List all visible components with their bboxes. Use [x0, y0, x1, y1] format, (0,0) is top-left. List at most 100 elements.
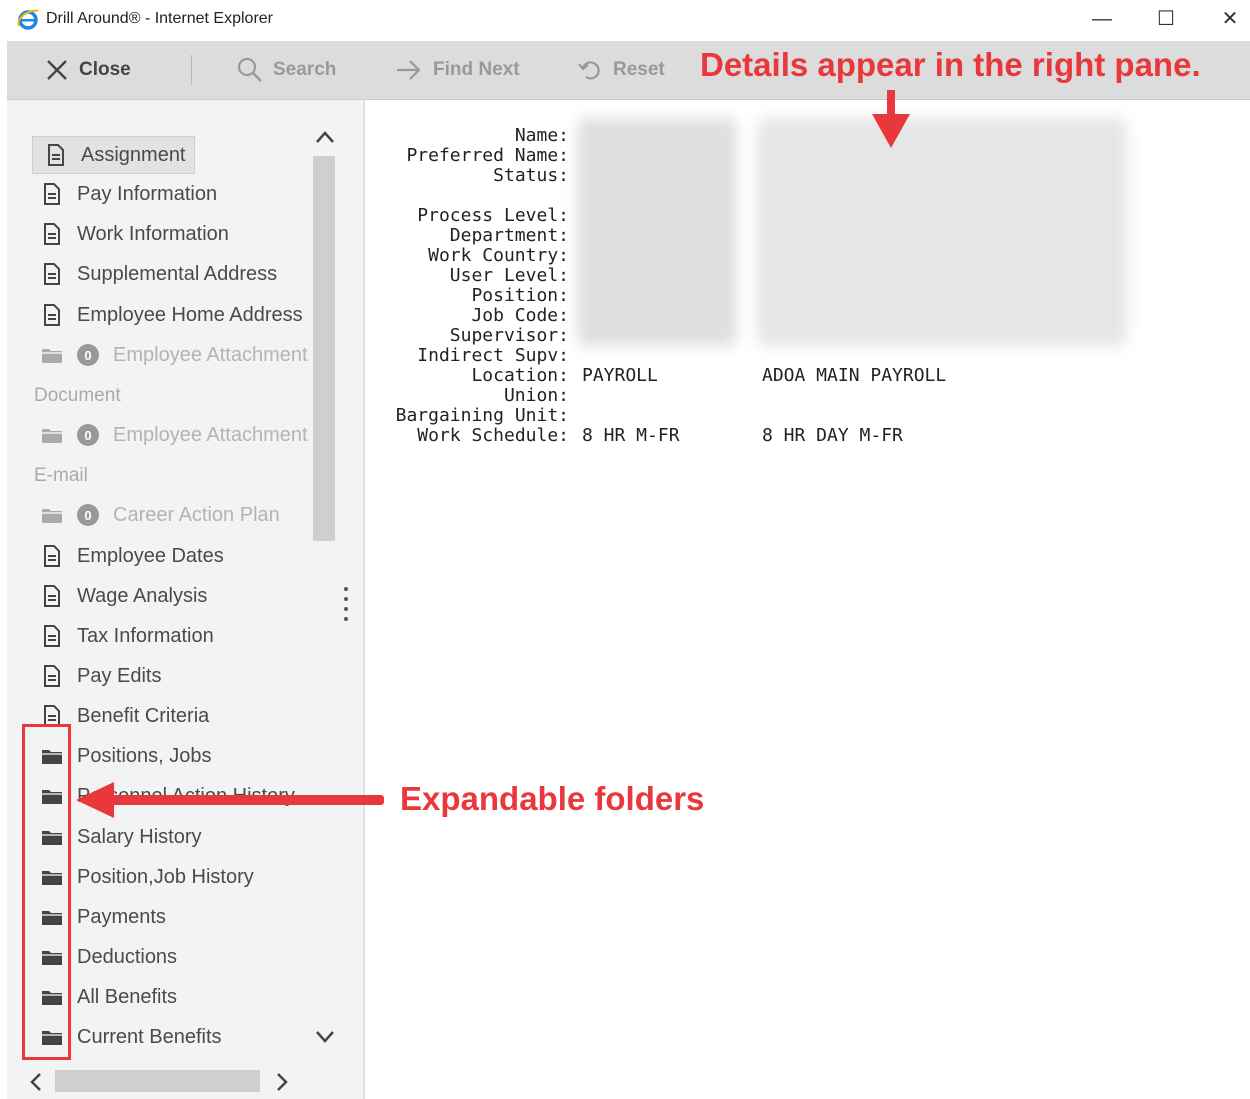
detail-field-label: Union:: [503, 385, 569, 406]
nav-item-work-information[interactable]: Work Information: [35, 217, 229, 251]
detail-field-label: Indirect Supv:: [417, 345, 569, 366]
location-code: PAYROLL: [582, 365, 658, 386]
document-icon: [35, 223, 77, 245]
callout-arrow-down-icon: [872, 90, 910, 148]
close-icon: [47, 60, 67, 80]
nav-item-career-action-plan[interactable]: 0 Career Action Plan: [35, 498, 280, 532]
nav-item-label: Pay Edits: [77, 664, 162, 687]
nav-item-label: Supplemental Address: [77, 262, 278, 285]
nav-item-employee-attachment[interactable]: 0 Employee Attachment: [35, 418, 308, 452]
detail-field-label: Process Level:: [417, 205, 569, 226]
document-icon: [35, 545, 77, 567]
detail-field-label: Bargaining Unit:: [395, 405, 569, 426]
detail-field-label: Work Country:: [428, 245, 569, 266]
nav-item-label: Benefit Criteria: [77, 704, 210, 727]
detail-field-label: Preferred Name:: [406, 145, 569, 166]
scroll-up-chevron-icon[interactable]: [314, 128, 336, 146]
maximize-button[interactable]: ☐: [1144, 4, 1188, 34]
nav-item-label: Employee Home Address: [77, 303, 303, 326]
scroll-right-chevron-icon[interactable]: [273, 1071, 291, 1093]
find-next-button-label: Find Next: [433, 59, 520, 80]
callout-expandable-folders: Expandable folders: [400, 780, 705, 817]
horizontal-scrollbar-thumb[interactable]: [55, 1070, 260, 1092]
count-badge: 0: [77, 424, 99, 446]
document-icon: [35, 263, 77, 285]
document-icon: [35, 304, 77, 326]
nav-item-supplemental-address[interactable]: Supplemental Address: [35, 257, 277, 291]
nav-item-label: Deductions: [77, 945, 178, 968]
nav-item-label: Employee Attachment: [113, 343, 308, 366]
folder-icon[interactable]: [35, 504, 77, 526]
nav-item-employee-attachment[interactable]: 0 Employee Attachment: [35, 338, 308, 372]
nav-item-employee-home-address[interactable]: Employee Home Address: [35, 298, 303, 332]
detail-field-label: Department:: [449, 225, 569, 246]
search-icon: [237, 57, 262, 82]
find-next-button[interactable]: Find Next: [395, 41, 520, 99]
folder-icon[interactable]: [35, 424, 77, 446]
detail-field-label: User Level:: [449, 265, 569, 286]
more-options-icon[interactable]: [344, 587, 348, 627]
toolbar-divider: [191, 55, 192, 85]
search-button[interactable]: Search: [237, 41, 336, 99]
document-icon: [39, 144, 81, 166]
redacted-values-left: [577, 118, 737, 346]
nav-item-label: Employee Attachment: [113, 423, 308, 446]
nav-item-wage-analysis[interactable]: Wage Analysis: [35, 579, 207, 613]
arrow-right-icon: [397, 60, 421, 80]
vertical-scrollbar-thumb[interactable]: [313, 156, 335, 541]
document-icon: [35, 183, 77, 205]
nav-group-label: Document: [34, 385, 121, 406]
nav-item-label: Pay Information: [77, 182, 218, 205]
close-window-button[interactable]: ✕: [1208, 4, 1250, 34]
reset-button-label: Reset: [613, 59, 665, 80]
nav-item-label: Employee Dates: [77, 544, 224, 567]
nav-item-pay-information[interactable]: Pay Information: [35, 177, 217, 211]
detail-field-label: Job Code:: [471, 305, 569, 326]
nav-group-label: E-mail: [34, 465, 88, 486]
window-title: Drill Around® - Internet Explorer: [46, 10, 273, 27]
close-button[interactable]: Close: [45, 41, 131, 99]
nav-item-label: Assignment: [81, 143, 186, 166]
work-schedule-code: 8 HR M-FR: [582, 425, 680, 446]
nav-item-label: Tax Information: [77, 624, 214, 647]
nav-item-pay-edits[interactable]: Pay Edits: [35, 659, 161, 693]
document-icon: [35, 585, 77, 607]
nav-item-label: Salary History: [77, 825, 202, 848]
internet-explorer-icon: [17, 9, 39, 30]
close-button-label: Close: [79, 59, 131, 80]
undo-icon: [578, 61, 600, 80]
document-icon: [35, 665, 77, 687]
detail-field-label: Position:: [471, 285, 569, 306]
nav-item-label: Positions, Jobs: [77, 744, 212, 767]
minimize-button[interactable]: —: [1080, 4, 1124, 34]
callout-details-pane: Details appear in the right pane.: [700, 46, 1201, 83]
nav-item-assignment[interactable]: Assignment: [32, 136, 195, 174]
detail-field-label: Work Schedule:: [417, 425, 569, 446]
nav-item-label: Position,Job History: [77, 865, 254, 888]
nav-item-tax-information[interactable]: Tax Information: [35, 619, 214, 653]
scroll-left-chevron-icon[interactable]: [27, 1071, 45, 1093]
nav-item-employee-dates[interactable]: Employee Dates: [35, 539, 224, 573]
detail-field-label: Status:: [493, 165, 569, 186]
nav-item-label: Career Action Plan: [113, 503, 280, 526]
redacted-values-right: [757, 118, 1127, 346]
window-title-bar: Drill Around® - Internet Explorer — ☐ ✕: [0, 0, 1250, 40]
scroll-down-chevron-icon[interactable]: [314, 1028, 336, 1046]
work-schedule-description: 8 HR DAY M-FR: [762, 425, 903, 446]
location-description: ADOA MAIN PAYROLL: [762, 365, 947, 386]
callout-arrow-left-icon: [76, 782, 384, 818]
count-badge: 0: [77, 344, 99, 366]
folder-icons-highlight-box: [22, 724, 71, 1060]
details-pane: Name: Preferred Name: Status: Process Level…: [365, 100, 1250, 1099]
nav-item-label: Wage Analysis: [77, 584, 208, 607]
count-badge: 0: [77, 504, 99, 526]
detail-field-label: Name:: [514, 125, 569, 146]
nav-item-label: All Benefits: [77, 985, 178, 1008]
nav-item-label: Current Benefits: [77, 1025, 222, 1048]
nav-item-label: Payments: [77, 905, 166, 928]
search-button-label: Search: [273, 59, 337, 80]
reset-button[interactable]: Reset: [577, 41, 665, 99]
detail-field-label: Supervisor:: [449, 325, 569, 346]
folder-icon[interactable]: [35, 344, 77, 366]
nav-item-label: Work Information: [77, 222, 229, 245]
